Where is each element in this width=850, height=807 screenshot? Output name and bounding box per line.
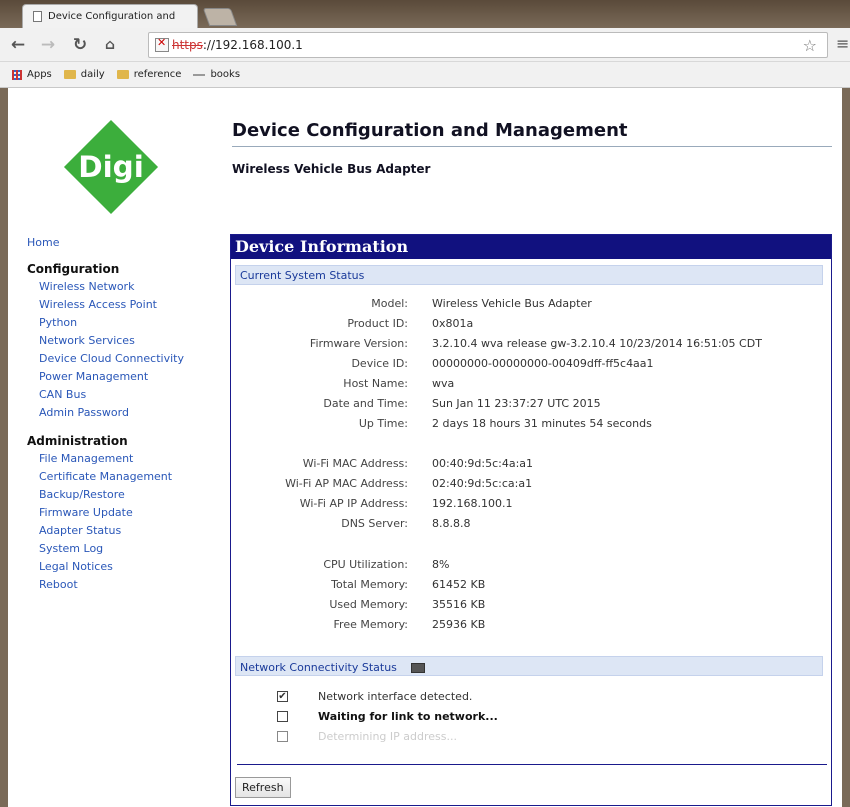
title-divider (232, 146, 832, 147)
nav-group-configuration: Configuration (27, 262, 120, 276)
nav-wireless-network[interactable]: Wireless Network (27, 278, 217, 296)
home-icon[interactable]: ⌂ (100, 37, 120, 53)
nav-file-management[interactable]: File Management (27, 450, 217, 468)
nav-reboot[interactable]: Reboot (27, 576, 217, 594)
info-row-wifi-mac: Wi-Fi MAC Address: 00:40:9d:5c:4a:a1 (302, 457, 534, 471)
url-scheme: https (172, 38, 203, 52)
sidebar-nav: Home Configuration Wireless Network Wire… (27, 234, 217, 594)
nav-legal-notices[interactable]: Legal Notices (27, 558, 217, 576)
nav-device-cloud-connectivity[interactable]: Device Cloud Connectivity (27, 350, 217, 368)
bookmark-apps[interactable]: Apps (12, 69, 52, 80)
nav-group-administration: Administration (27, 434, 128, 448)
folder-icon (116, 70, 129, 79)
back-icon[interactable]: ← (8, 35, 28, 55)
connectivity-checklist: ✔ Network interface detected. Waiting fo… (277, 686, 831, 746)
nav-admin-password[interactable]: Admin Password (27, 404, 217, 422)
check-waiting-link: Waiting for link to network... (277, 706, 831, 726)
check-determining-ip: Determining IP address... (277, 726, 831, 746)
nav-backup-restore[interactable]: Backup/Restore (27, 486, 217, 504)
unchecked-checkbox-icon (277, 710, 288, 722)
url-host: ://192.168.100.1 (202, 38, 303, 52)
browser-chrome: Device Configuration and ← → ↻ ⌂ https :… (0, 0, 850, 88)
info-row-total-memory: Total Memory: 61452 KB (331, 577, 486, 591)
bookmark-reference[interactable]: reference (116, 69, 181, 80)
nav-system-log[interactable]: System Log (27, 540, 217, 558)
bookmark-books[interactable]: books (193, 69, 240, 80)
info-row-cpu: CPU Utilization: 8% (323, 557, 450, 571)
info-row-used-memory: Used Memory: 35516 KB (329, 597, 486, 611)
bookmarks-bar: Apps daily reference books (0, 62, 850, 88)
folder-icon (63, 70, 76, 79)
info-row-dns-server: DNS Server: 8.8.8.8 (341, 517, 471, 531)
system-status-table: Model: Wireless Vehicle Bus Adapter Produ… (231, 293, 831, 634)
address-bar[interactable]: https ://192.168.100.1 ☆ (148, 32, 828, 58)
new-tab-button[interactable] (202, 8, 238, 26)
browser-menu-icon[interactable]: ≡ (836, 34, 849, 53)
info-row-date-time: Date and Time: Sun Jan 11 23:37:27 UTC 20… (323, 397, 601, 411)
info-row-product-id: Product ID: 0x801a (347, 316, 474, 330)
unchecked-checkbox-icon (277, 730, 288, 742)
info-row-wifi-ap-mac: Wi-Fi AP MAC Address: 02:40:9d:5c:ca:a1 (285, 477, 533, 491)
panel-divider (237, 764, 827, 765)
apps-icon (12, 69, 22, 80)
svg-text:Digi: Digi (78, 150, 144, 184)
info-row-host-name: Host Name: wva (343, 376, 455, 390)
bookmark-icon (193, 73, 206, 76)
device-information-panel: Device Information Current System Status… (230, 234, 832, 806)
bookmark-daily[interactable]: daily (63, 69, 105, 80)
insecure-lock-icon[interactable] (155, 36, 169, 52)
system-status-header: Current System Status (235, 265, 823, 285)
browser-toolbar: ← → ↻ ⌂ https ://192.168.100.1 ☆ (0, 28, 850, 62)
network-status-title: Network Connectivity Status (240, 661, 397, 675)
info-row-model: Model: Wireless Vehicle Bus Adapter (371, 296, 592, 310)
bookmark-star-icon[interactable]: ☆ (803, 36, 817, 55)
info-row-firmware-version: Firmware Version: 3.2.10.4 wva release gw… (309, 336, 762, 350)
refresh-button[interactable]: Refresh (235, 777, 291, 798)
tab-strip: Device Configuration and (0, 0, 850, 28)
info-row-up-time: Up Time: 2 days 18 hours 31 minutes 54 se… (358, 417, 652, 431)
digi-logo: Digi (63, 119, 159, 215)
nav-adapter-status[interactable]: Adapter Status (27, 522, 217, 540)
info-row-device-id: Device ID: 00000000-00000000-00409dff-ff5… (351, 356, 654, 370)
page-subtitle: Wireless Vehicle Bus Adapter (232, 162, 431, 176)
panel-title: Device Information (231, 235, 831, 259)
network-status-header: Network Connectivity Status (235, 656, 823, 677)
nav-power-management[interactable]: Power Management (27, 368, 217, 386)
checked-checkbox-icon: ✔ (277, 690, 288, 702)
window-edge-left (0, 88, 8, 807)
browser-tab[interactable]: Device Configuration and (22, 4, 198, 28)
info-row-wifi-ap-ip: Wi-Fi AP IP Address: 192.168.100.1 (299, 497, 513, 511)
nav-wireless-access-point[interactable]: Wireless Access Point (27, 296, 217, 314)
forward-icon[interactable]: → (38, 35, 58, 55)
page-title: Device Configuration and Management (232, 120, 628, 141)
nav-home[interactable]: Home (27, 234, 217, 252)
nav-certificate-management[interactable]: Certificate Management (27, 468, 217, 486)
check-interface-detected: ✔ Network interface detected. (277, 689, 473, 703)
info-row-free-memory: Free Memory: 25936 KB (333, 617, 486, 631)
window-edge-right (842, 88, 850, 807)
page-icon (33, 11, 42, 22)
nav-python[interactable]: Python (27, 314, 217, 332)
nav-firmware-update[interactable]: Firmware Update (27, 504, 217, 522)
tab-title: Device Configuration and (48, 11, 176, 22)
network-status-icon (410, 662, 425, 673)
nav-network-services[interactable]: Network Services (27, 332, 217, 350)
nav-can-bus[interactable]: CAN Bus (27, 386, 217, 404)
reload-icon[interactable]: ↻ (70, 35, 90, 55)
